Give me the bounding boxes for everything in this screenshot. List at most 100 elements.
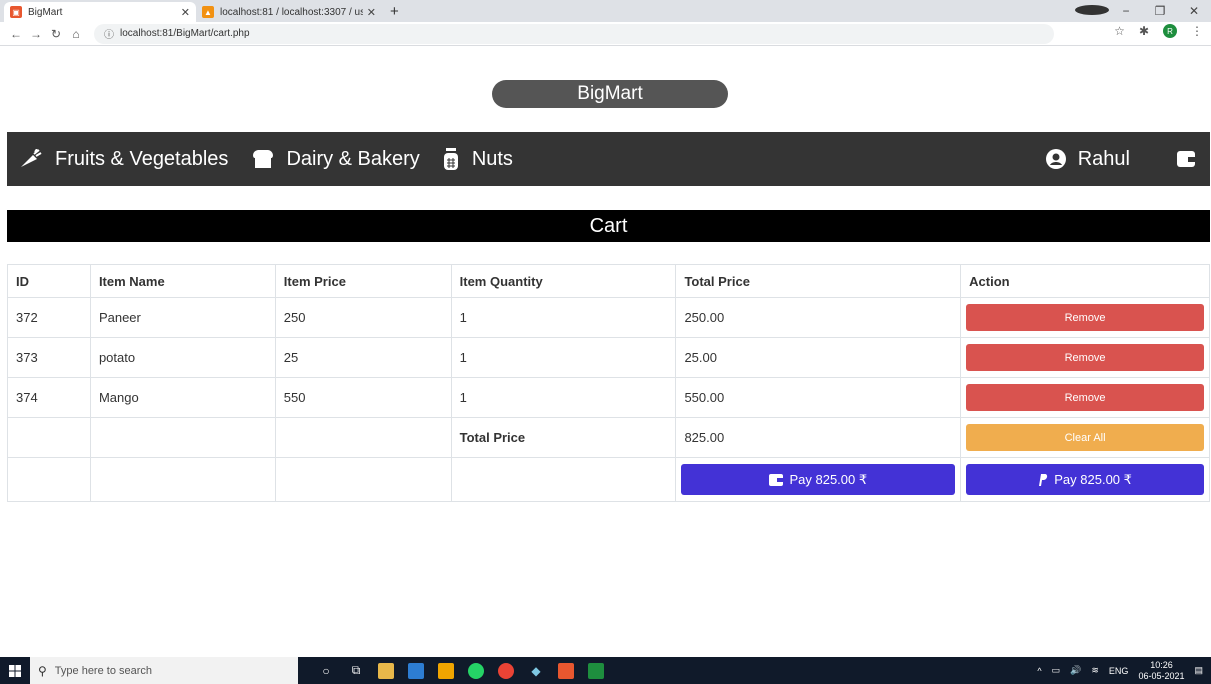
cell-item-name: Mango bbox=[89, 377, 276, 418]
windows-start-icon[interactable] bbox=[0, 657, 30, 684]
total-label: Total Price bbox=[450, 417, 677, 458]
cortana-icon[interactable]: ○ bbox=[318, 663, 334, 679]
header-item-name: Item Name bbox=[89, 264, 276, 298]
chrome-icon[interactable] bbox=[498, 662, 514, 679]
taskbar-apps: ○ ⧉ ◆ bbox=[318, 662, 604, 679]
language-indicator[interactable]: ENG bbox=[1109, 666, 1129, 676]
pay-wallet-button[interactable]: Pay 825.00 ₹ bbox=[681, 464, 956, 495]
user-circle-icon bbox=[1045, 149, 1066, 169]
wallet-icon bbox=[769, 473, 784, 486]
brand-title[interactable]: BigMart bbox=[492, 80, 728, 108]
close-window-icon[interactable]: ✕ bbox=[1177, 4, 1211, 18]
table-row: 373 potato 25 1 25.00 Remove bbox=[7, 337, 1210, 378]
tab-bigmart[interactable]: ▣ BigMart ✕ bbox=[4, 2, 196, 22]
cell-total-price: 550.00 bbox=[675, 377, 962, 418]
nav-item-dairy-bakery[interactable]: Dairy & Bakery bbox=[252, 132, 420, 186]
bookmark-star-icon[interactable]: ☆ bbox=[1114, 24, 1125, 38]
tray-chevron-icon[interactable]: ^ bbox=[1037, 666, 1041, 676]
nav-user-area: Rahul bbox=[1045, 132, 1210, 186]
url-input[interactable]: ⓘ localhost:81/BigMart/cart.php bbox=[94, 23, 1054, 44]
phpmyadmin-favicon-icon: ▲ bbox=[202, 6, 214, 18]
cart-title: Cart bbox=[7, 210, 1210, 242]
chrome-profile-icon[interactable] bbox=[588, 662, 604, 679]
cell-id: 374 bbox=[7, 377, 91, 418]
forward-icon[interactable]: → bbox=[26, 27, 46, 41]
user-menu[interactable]: Rahul bbox=[1045, 132, 1130, 186]
window-controls: − ❐ ✕ bbox=[1075, 0, 1211, 22]
vscode-icon[interactable]: ◆ bbox=[528, 663, 544, 679]
table-header-row: ID Item Name Item Price Item Quantity To… bbox=[7, 264, 1210, 298]
total-row: Total Price 825.00 Clear All bbox=[7, 417, 1210, 458]
new-tab-button[interactable]: + bbox=[390, 2, 399, 22]
cell-item-price: 25 bbox=[274, 337, 452, 378]
bigmart-favicon-icon: ▣ bbox=[10, 6, 22, 18]
profile-icon[interactable] bbox=[1075, 4, 1109, 18]
browser-menu-icon[interactable]: ⋮ bbox=[1191, 24, 1203, 38]
bread-icon bbox=[252, 149, 274, 169]
close-tab-icon[interactable]: ✕ bbox=[367, 6, 376, 19]
taskbar-search-input[interactable]: ⚲ Type here to search bbox=[30, 657, 298, 684]
wallet-icon[interactable] bbox=[1176, 150, 1196, 168]
cell-item-quantity: 1 bbox=[450, 377, 677, 418]
close-tab-icon[interactable]: ✕ bbox=[181, 6, 190, 19]
app-icon[interactable] bbox=[408, 662, 424, 679]
cell-total-price: 25.00 bbox=[675, 337, 962, 378]
cell-action: Remove bbox=[960, 377, 1210, 418]
cell-item-price: 250 bbox=[274, 297, 452, 338]
cart-table: ID Item Name Item Price Item Quantity To… bbox=[7, 264, 1210, 502]
windows-taskbar: ⚲ Type here to search ○ ⧉ ◆ ^ ▭ 🔊 ≋ ENG … bbox=[0, 657, 1211, 684]
clear-all-button[interactable]: Clear All bbox=[966, 424, 1204, 451]
cell-id: 372 bbox=[7, 297, 91, 338]
jar-icon bbox=[442, 148, 460, 170]
battery-icon[interactable]: ▭ bbox=[1052, 665, 1061, 676]
browser-toolbar-right: ☆ ✱ R ⋮ bbox=[1114, 24, 1203, 38]
notification-icon[interactable]: ▤ bbox=[1194, 665, 1203, 676]
clock[interactable]: 10:26 06-05-2021 bbox=[1138, 660, 1184, 682]
nav-item-fruits-vegetables[interactable]: Fruits & Vegetables bbox=[19, 132, 228, 186]
table-row: 374 Mango 550 1 550.00 Remove bbox=[7, 377, 1210, 418]
carrot-icon bbox=[19, 149, 43, 169]
cell-total-price: 250.00 bbox=[675, 297, 962, 338]
remove-button[interactable]: Remove bbox=[966, 384, 1204, 411]
cell-item-quantity: 1 bbox=[450, 297, 677, 338]
browser-tabstrip: ▣ BigMart ✕ ▲ localhost:81 / localhost:3… bbox=[0, 0, 1211, 22]
pay-row: Pay 825.00 ₹ Pay 825.00 ₹ bbox=[7, 457, 1210, 502]
back-icon[interactable]: ← bbox=[6, 27, 26, 41]
extensions-icon[interactable]: ✱ bbox=[1139, 24, 1149, 38]
header-action: Action bbox=[960, 264, 1210, 298]
wifi-icon[interactable]: ≋ bbox=[1091, 665, 1099, 676]
header-item-price: Item Price bbox=[274, 264, 452, 298]
nav-item-nuts[interactable]: Nuts bbox=[442, 132, 513, 186]
task-view-icon[interactable]: ⧉ bbox=[348, 663, 364, 679]
whatsapp-icon[interactable] bbox=[468, 662, 484, 679]
total-value: 825.00 bbox=[675, 417, 962, 458]
cell-pay-wallet: Pay 825.00 ₹ bbox=[675, 457, 962, 502]
site-info-icon[interactable]: ⓘ bbox=[104, 26, 114, 41]
xampp-icon[interactable] bbox=[558, 662, 574, 679]
cell-item-name: Paneer bbox=[89, 297, 276, 338]
header-item-quantity: Item Quantity bbox=[450, 264, 677, 298]
cell-action: Remove bbox=[960, 297, 1210, 338]
tab-title: localhost:81 / localhost:3307 / us bbox=[220, 6, 363, 18]
minimize-icon[interactable]: − bbox=[1109, 4, 1143, 18]
avatar[interactable]: R bbox=[1163, 24, 1177, 38]
restore-icon[interactable]: ❐ bbox=[1143, 4, 1177, 18]
tab-phpmyadmin[interactable]: ▲ localhost:81 / localhost:3307 / us ✕ bbox=[196, 2, 382, 22]
remove-button[interactable]: Remove bbox=[966, 344, 1204, 371]
table-row: 372 Paneer 250 1 250.00 Remove bbox=[7, 297, 1210, 338]
paypal-icon bbox=[1038, 473, 1048, 486]
cell-item-price: 550 bbox=[274, 377, 452, 418]
reload-icon[interactable]: ↻ bbox=[46, 27, 66, 41]
pay-paypal-button[interactable]: Pay 825.00 ₹ bbox=[966, 464, 1204, 495]
header-id: ID bbox=[7, 264, 91, 298]
screen: ▣ BigMart ✕ ▲ localhost:81 / localhost:3… bbox=[0, 0, 1211, 684]
remove-button[interactable]: Remove bbox=[966, 304, 1204, 331]
sublime-icon[interactable] bbox=[438, 662, 454, 679]
volume-icon[interactable]: 🔊 bbox=[1070, 665, 1081, 676]
cell-action: Clear All bbox=[960, 417, 1210, 458]
address-bar: ← → ↻ ⌂ ⓘ localhost:81/BigMart/cart.php … bbox=[0, 22, 1211, 46]
file-explorer-icon[interactable] bbox=[378, 662, 394, 679]
cell-item-quantity: 1 bbox=[450, 337, 677, 378]
cell-pay-paypal: Pay 825.00 ₹ bbox=[960, 457, 1210, 502]
home-icon[interactable]: ⌂ bbox=[66, 27, 86, 41]
